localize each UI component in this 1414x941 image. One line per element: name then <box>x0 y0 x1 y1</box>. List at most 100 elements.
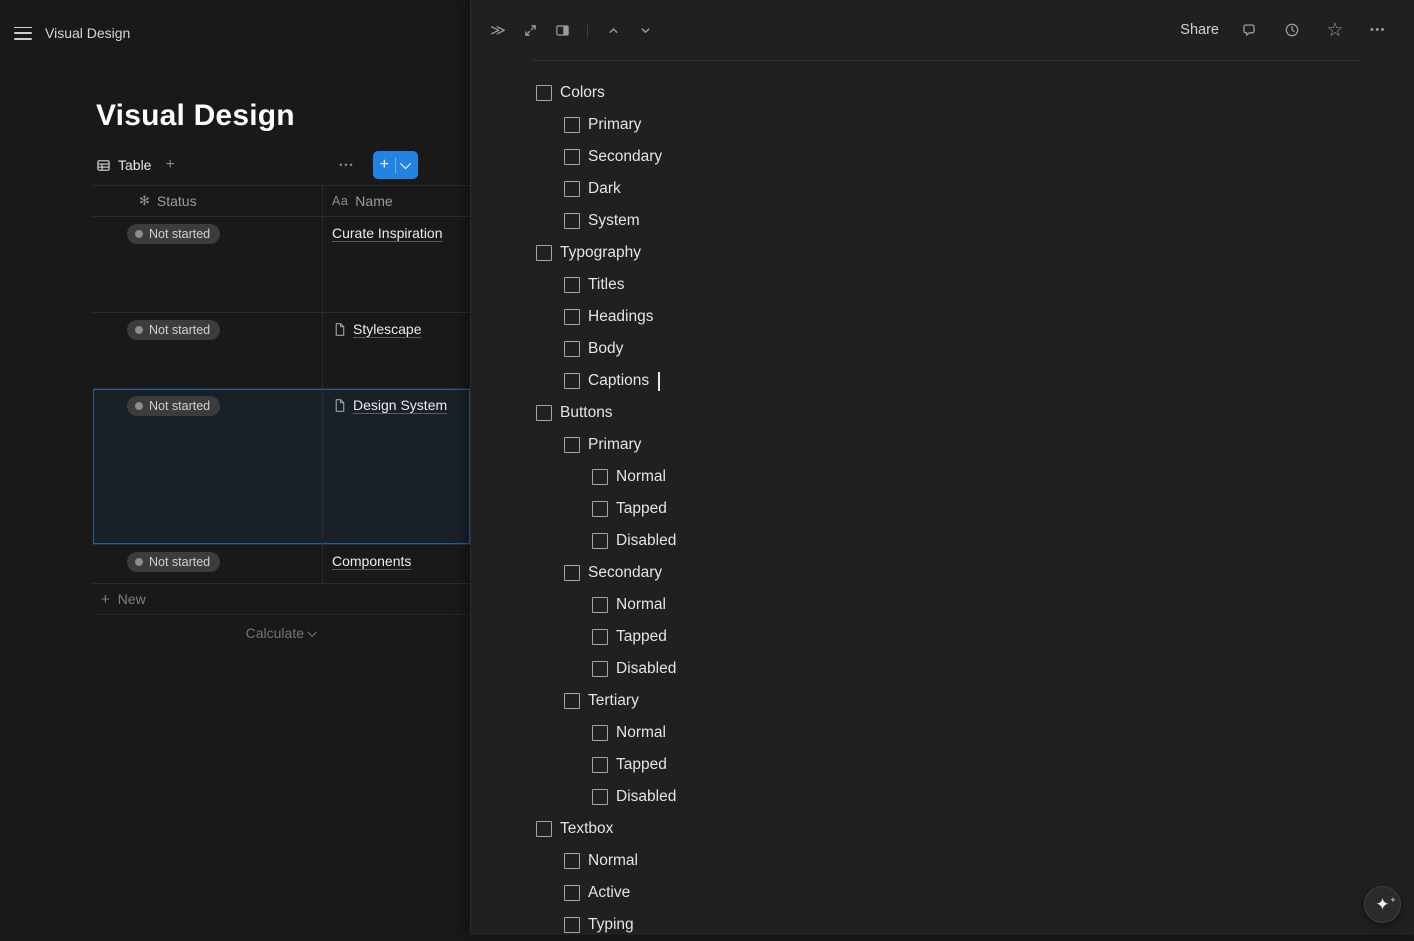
name-cell[interactable]: Curate Inspiration <box>323 217 470 312</box>
chevron-down-icon[interactable] <box>399 157 412 170</box>
todo-checkbox[interactable] <box>564 309 580 325</box>
todo-checkbox[interactable] <box>592 757 608 773</box>
calculate-button[interactable]: Calculate <box>93 615 323 651</box>
todo-item[interactable]: Captions <box>471 365 1414 397</box>
status-badge[interactable]: Not started <box>127 320 221 340</box>
todo-item[interactable]: Normal <box>471 845 1414 877</box>
todo-checkbox[interactable] <box>592 469 608 485</box>
new-row-button[interactable]: + New <box>93 584 470 615</box>
tab-table-view[interactable]: Table <box>96 157 151 173</box>
close-peek-button[interactable]: ≫ <box>485 17 511 43</box>
name-cell[interactable]: Design System <box>323 389 470 544</box>
todo-checkbox[interactable] <box>564 181 580 197</box>
next-page-button[interactable] <box>632 17 658 43</box>
todo-item[interactable]: Buttons <box>471 397 1414 429</box>
status-badge[interactable]: Not started <box>127 552 221 572</box>
todo-item[interactable]: Tapped <box>471 749 1414 781</box>
todo-item[interactable]: Dark <box>471 173 1414 205</box>
todo-item[interactable]: Tapped <box>471 621 1414 653</box>
todo-checkbox[interactable] <box>592 661 608 677</box>
page-title-link[interactable]: Stylescape <box>353 321 421 337</box>
todo-checkbox[interactable] <box>564 885 580 901</box>
todo-checkbox[interactable] <box>564 213 580 229</box>
todo-label: Tapped <box>616 756 667 773</box>
todo-item[interactable]: Tertiary <box>471 685 1414 717</box>
todo-checkbox[interactable] <box>564 117 580 133</box>
todo-checkbox[interactable] <box>536 405 552 421</box>
todo-checkbox[interactable] <box>564 341 580 357</box>
status-cell[interactable]: Not started <box>93 313 323 388</box>
todo-checkbox[interactable] <box>592 501 608 517</box>
new-entry-button[interactable]: + <box>372 151 418 179</box>
todo-checkbox[interactable] <box>564 693 580 709</box>
view-options-icon[interactable]: ••• <box>339 160 354 170</box>
comments-button[interactable] <box>1236 17 1262 43</box>
page-title-link[interactable]: Design System <box>353 397 447 413</box>
todo-item[interactable]: Typing <box>471 909 1414 941</box>
table-row[interactable]: Not started Curate Inspiration <box>93 217 470 313</box>
page-title-link[interactable]: Components <box>332 553 411 569</box>
todo-item[interactable]: Normal <box>471 461 1414 493</box>
table-row[interactable]: Not started Stylescape <box>93 313 470 389</box>
sidebar-menu-icon[interactable] <box>14 26 32 40</box>
table-row[interactable]: Not started Components <box>93 545 470 584</box>
todo-checkbox[interactable] <box>564 149 580 165</box>
todo-checkbox[interactable] <box>564 277 580 293</box>
table-row[interactable]: Not started Design System <box>93 389 470 545</box>
todo-checkbox[interactable] <box>536 85 552 101</box>
add-view-plus-icon[interactable]: + <box>165 157 174 173</box>
todo-checkbox[interactable] <box>536 821 552 837</box>
side-peek-mode-button[interactable] <box>549 17 575 43</box>
todo-item[interactable]: Colors <box>471 77 1414 109</box>
todo-item[interactable]: Primary <box>471 109 1414 141</box>
todo-checkbox[interactable] <box>564 565 580 581</box>
page-title-link[interactable]: Curate Inspiration <box>332 225 443 241</box>
todo-checkbox[interactable] <box>536 245 552 261</box>
todo-item[interactable]: Disabled <box>471 653 1414 685</box>
todo-item[interactable]: Active <box>471 877 1414 909</box>
todo-checkbox[interactable] <box>564 917 580 933</box>
todo-item[interactable]: Secondary <box>471 141 1414 173</box>
breadcrumb[interactable]: Visual Design <box>45 25 130 41</box>
todo-checkbox[interactable] <box>592 533 608 549</box>
todo-checkbox[interactable] <box>564 373 580 389</box>
page-options-button[interactable]: ••• <box>1365 17 1391 43</box>
todo-item[interactable]: Normal <box>471 589 1414 621</box>
todo-item[interactable]: Body <box>471 333 1414 365</box>
plus-icon: + <box>101 590 110 608</box>
favorite-button[interactable]: ☆ <box>1322 17 1348 43</box>
todo-item[interactable]: Secondary <box>471 557 1414 589</box>
todo-item[interactable]: Disabled <box>471 781 1414 813</box>
todo-item[interactable]: Typography <box>471 237 1414 269</box>
todo-checkbox[interactable] <box>564 853 580 869</box>
todo-item[interactable]: Headings <box>471 301 1414 333</box>
status-cell[interactable]: Not started <box>93 389 323 544</box>
todo-checkbox[interactable] <box>564 437 580 453</box>
status-cell[interactable]: Not started <box>93 217 323 312</box>
todo-item[interactable]: Disabled <box>471 525 1414 557</box>
divider <box>532 60 1362 61</box>
history-button[interactable] <box>1279 17 1305 43</box>
todo-item[interactable]: System <box>471 205 1414 237</box>
notion-ai-button[interactable]: ✦ + <box>1364 886 1401 923</box>
todo-checkbox[interactable] <box>592 725 608 741</box>
todo-checkbox[interactable] <box>592 597 608 613</box>
name-cell[interactable]: Components <box>323 545 470 583</box>
share-button[interactable]: Share <box>1180 22 1219 38</box>
status-cell[interactable]: Not started <box>93 545 323 583</box>
todo-checkbox[interactable] <box>592 789 608 805</box>
name-cell[interactable]: Stylescape <box>323 313 470 388</box>
status-badge[interactable]: Not started <box>127 396 221 416</box>
todo-item[interactable]: Textbox <box>471 813 1414 845</box>
todo-item[interactable]: Titles <box>471 269 1414 301</box>
todo-item[interactable]: Tapped <box>471 493 1414 525</box>
todo-label: Titles <box>588 276 625 293</box>
todo-checkbox[interactable] <box>592 629 608 645</box>
previous-page-button[interactable] <box>600 17 626 43</box>
expand-page-button[interactable] <box>517 17 543 43</box>
todo-item[interactable]: Primary <box>471 429 1414 461</box>
todo-item[interactable]: Normal <box>471 717 1414 749</box>
column-header-name[interactable]: Aa Name <box>323 186 470 216</box>
status-badge[interactable]: Not started <box>127 224 221 244</box>
column-header-status[interactable]: ✻ Status <box>93 186 323 216</box>
